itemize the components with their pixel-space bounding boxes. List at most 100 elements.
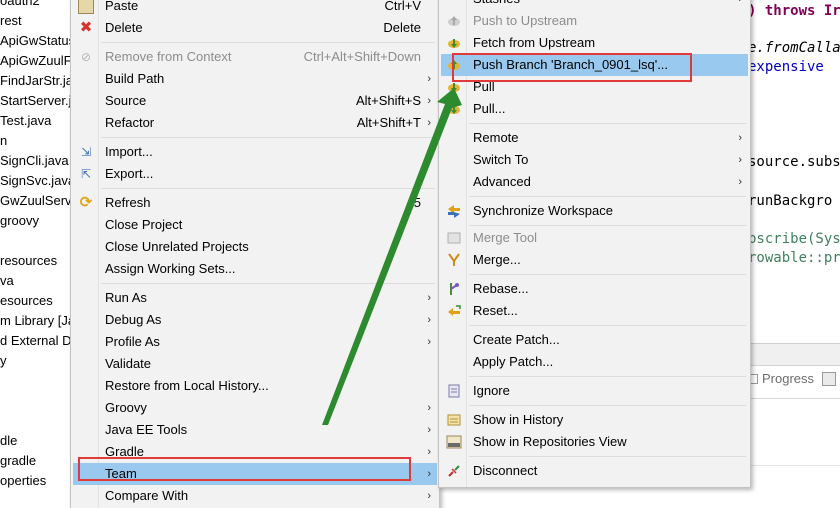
code-line-2: e.fromCalla — [748, 40, 840, 56]
tree-item[interactable]: GwZuulServl — [0, 191, 72, 211]
menu-item-switch-to[interactable]: Switch To › — [441, 149, 748, 171]
submenu-arrow-icon: › — [738, 0, 742, 10]
menu-item-profile-as[interactable]: Profile As › — [73, 331, 437, 353]
menu-item-pull-dialog[interactable]: Pull... — [441, 98, 748, 120]
menu-item-ignore[interactable]: Ignore — [441, 380, 748, 402]
progress-tab[interactable]: Progress — [748, 368, 814, 390]
tree-item[interactable]: FindJarStr.ja — [0, 71, 72, 91]
tree-item[interactable]: m Library [Ja — [0, 311, 72, 331]
menu-item-advanced[interactable]: Advanced › — [441, 171, 748, 193]
code-line-1: ) throws Ir — [748, 3, 840, 19]
code-line-4: source.subs — [748, 154, 840, 170]
submenu-arrow-icon: › — [427, 292, 431, 304]
menu-item-show-in-repositories[interactable]: Show in Repositories View — [441, 431, 748, 453]
menu-item-build-path[interactable]: Build Path › — [73, 68, 437, 90]
refresh-icon: ⟳ — [79, 194, 93, 211]
menu-separator — [469, 376, 746, 377]
tree-item[interactable]: groovy — [0, 211, 39, 231]
disconnect-icon — [446, 463, 462, 479]
reset-icon — [446, 303, 462, 319]
menu-item-compare-with[interactable]: Compare With › — [73, 485, 437, 507]
menu-separator — [101, 42, 435, 43]
menu-separator — [469, 123, 746, 124]
pull-dialog-icon — [446, 101, 462, 117]
code-editor[interactable]: ) throws Ir e.fromCalla expensive source… — [748, 0, 840, 344]
tree-item[interactable]: ApiGwZuulFi — [0, 51, 72, 71]
tree-item[interactable]: rest — [0, 11, 22, 31]
tree-item[interactable]: esources — [0, 291, 53, 311]
team-highlight-box — [78, 457, 411, 481]
panel-divider-2 — [748, 465, 840, 466]
tree-item[interactable]: StartServer.j — [0, 91, 72, 111]
code-line-7: rowable::pr — [748, 250, 840, 266]
menu-item-merge-tool[interactable]: Merge Tool — [441, 227, 748, 249]
tree-item[interactable]: SignSvc.java — [0, 171, 72, 191]
menu-item-debug-as[interactable]: Debug As › — [73, 309, 437, 331]
push-branch-highlight-box — [452, 53, 692, 82]
menu-item-remote[interactable]: Remote › — [441, 127, 748, 149]
menu-item-show-in-history[interactable]: Show in History — [441, 409, 748, 431]
menu-item-create-patch[interactable]: Create Patch... — [441, 329, 748, 351]
menu-item-stashes[interactable]: Stashes › — [441, 0, 748, 10]
tree-item[interactable]: ApiGwStatus — [0, 31, 72, 51]
menu-item-validate[interactable]: Validate — [73, 353, 437, 375]
menu-item-reset[interactable]: Reset... — [441, 300, 748, 322]
menu-item-refactor[interactable]: Refactor Alt+Shift+T › — [73, 112, 437, 134]
menu-item-export[interactable]: ⇱ Export... — [73, 163, 437, 185]
panel-toolbar-icon[interactable] — [822, 372, 836, 386]
menu-item-synchronize-workspace[interactable]: Synchronize Workspace — [441, 200, 748, 222]
menu-item-push-to-upstream[interactable]: Push to Upstream — [441, 10, 748, 32]
delete-icon: ✖ — [79, 19, 93, 36]
menu-separator — [469, 405, 746, 406]
menu-item-close-project[interactable]: Close Project — [73, 214, 437, 236]
menu-item-remove-from-context[interactable]: ⊘ Remove from Context Ctrl+Alt+Shift+Dow… — [73, 46, 437, 68]
tree-item[interactable]: operties — [0, 471, 46, 491]
paste-icon — [78, 0, 94, 14]
tree-item[interactable]: n — [0, 131, 7, 151]
menu-item-fetch-from-upstream[interactable]: Fetch from Upstream — [441, 32, 748, 54]
code-line-5: runBackgro — [748, 193, 833, 209]
menu-item-refresh[interactable]: ⟳ Refresh 5 — [73, 192, 437, 214]
menu-item-rebase[interactable]: Rebase... — [441, 278, 748, 300]
tree-item[interactable]: oauth2 — [0, 0, 40, 11]
tree-item[interactable]: gradle — [0, 451, 36, 471]
menu-separator — [101, 188, 435, 189]
menu-item-source[interactable]: Source Alt+Shift+S › — [73, 90, 437, 112]
tree-item[interactable]: Test.java — [0, 111, 51, 131]
ignore-icon — [446, 383, 462, 399]
menu-item-apply-patch[interactable]: Apply Patch... — [441, 351, 748, 373]
tree-item[interactable]: y — [0, 351, 7, 371]
tree-item[interactable]: d External D — [0, 331, 72, 351]
submenu-arrow-icon: › — [427, 446, 431, 458]
history-icon — [446, 412, 462, 428]
fetch-upstream-icon — [446, 35, 462, 51]
menu-separator — [469, 274, 746, 275]
submenu-arrow-icon: › — [427, 314, 431, 326]
menu-item-paste[interactable]: Paste Ctrl+V — [73, 0, 437, 17]
tree-item[interactable]: va — [0, 271, 14, 291]
menu-item-import[interactable]: ⇲ Import... — [73, 141, 437, 163]
menu-item-assign-working-sets[interactable]: Assign Working Sets... — [73, 258, 437, 280]
menu-item-restore-history[interactable]: Restore from Local History... — [73, 375, 437, 397]
context-menu: Paste Ctrl+V ✖ Delete Delete ⊘ Remove fr… — [70, 0, 440, 508]
submenu-arrow-icon: › — [427, 117, 431, 129]
tree-item[interactable]: SignCli.java — [0, 151, 69, 171]
menu-item-merge[interactable]: Merge... — [441, 249, 748, 271]
tree-item[interactable]: dle — [0, 431, 17, 451]
editor-scrollbar[interactable] — [748, 343, 840, 365]
submenu-arrow-icon: › — [738, 132, 742, 144]
menu-separator — [469, 325, 746, 326]
menu-item-delete[interactable]: ✖ Delete Delete — [73, 17, 437, 39]
submenu-arrow-icon: › — [427, 95, 431, 107]
menu-item-close-unrelated[interactable]: Close Unrelated Projects — [73, 236, 437, 258]
submenu-arrow-icon: › — [427, 336, 431, 348]
tree-item[interactable]: resources — [0, 251, 57, 271]
import-icon: ⇲ — [80, 145, 92, 159]
menu-item-groovy[interactable]: Groovy › — [73, 397, 437, 419]
menu-item-run-as[interactable]: Run As › — [73, 287, 437, 309]
menu-item-disconnect[interactable]: Disconnect — [441, 460, 748, 482]
code-line-3: expensive — [748, 59, 824, 75]
submenu-arrow-icon: › — [738, 176, 742, 188]
remove-context-icon: ⊘ — [80, 50, 92, 64]
menu-item-java-ee-tools[interactable]: Java EE Tools › — [73, 419, 437, 441]
